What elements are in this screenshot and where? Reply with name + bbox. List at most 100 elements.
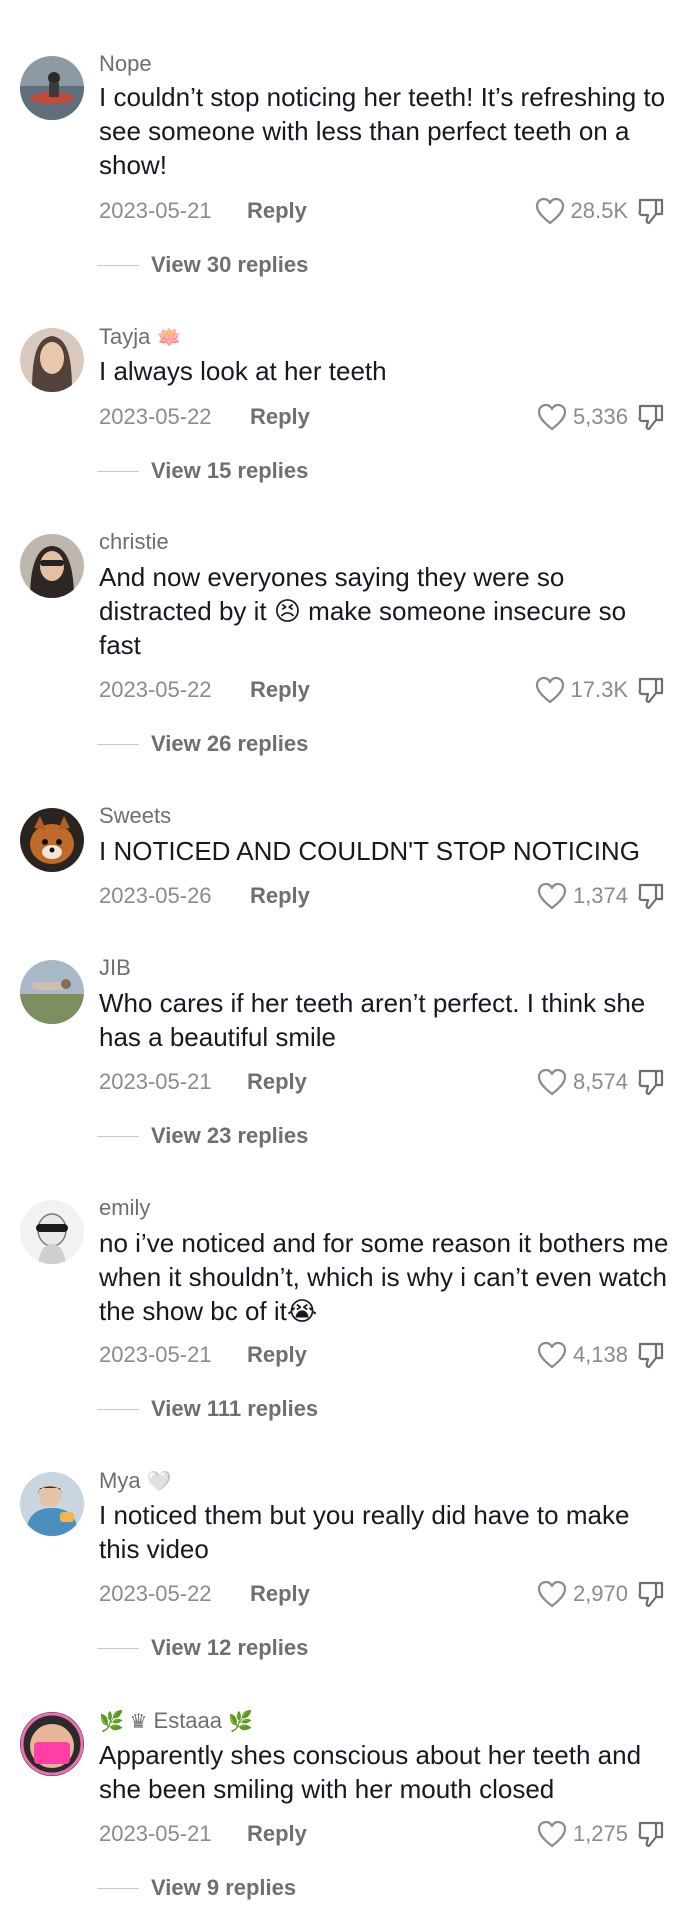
comment-username[interactable]: christie bbox=[99, 528, 169, 556]
reply-button[interactable]: Reply bbox=[247, 1341, 307, 1369]
view-replies-button[interactable]: View 30 replies bbox=[97, 251, 308, 279]
thumbs-down-icon bbox=[638, 1581, 664, 1608]
divider-line bbox=[97, 1135, 139, 1137]
thumbs-down-icon bbox=[638, 883, 664, 910]
divider-line bbox=[97, 1408, 139, 1410]
heart-outline-icon bbox=[537, 882, 567, 910]
thumbs-down-icon bbox=[638, 1069, 664, 1096]
reply-button[interactable]: Reply bbox=[250, 676, 310, 704]
comment-date: 2023-05-21 bbox=[99, 1069, 212, 1094]
comment-username[interactable]: emily bbox=[99, 1194, 150, 1222]
like-count: 5,336 bbox=[572, 404, 628, 429]
heart-outline-icon bbox=[535, 676, 564, 704]
comment-date: 2023-05-22 bbox=[99, 677, 212, 702]
dislike-button[interactable] bbox=[636, 1340, 666, 1370]
comment-date: 2023-05-26 bbox=[99, 883, 212, 908]
dislike-button[interactable] bbox=[636, 675, 666, 705]
reply-button[interactable]: Reply bbox=[247, 1068, 307, 1096]
username-prefix-emoji: 🌿 ♛ bbox=[99, 1711, 148, 1733]
view-replies-label: View 9 replies bbox=[151, 1875, 297, 1900]
divider-line bbox=[97, 470, 139, 472]
reply-button[interactable]: Reply bbox=[247, 1820, 307, 1848]
username-text: Nope bbox=[99, 51, 152, 76]
like-count: 8,574 bbox=[572, 1069, 628, 1094]
dislike-button[interactable] bbox=[636, 196, 666, 226]
comment-date: 2023-05-21 bbox=[99, 198, 212, 223]
comment-username[interactable]: JIB bbox=[99, 954, 131, 982]
comment-username[interactable]: Nope bbox=[99, 50, 152, 78]
like-button[interactable]: 4,138 bbox=[537, 1341, 628, 1369]
view-replies-label: View 23 replies bbox=[151, 1123, 309, 1148]
like-button[interactable]: 28.5K bbox=[535, 197, 628, 225]
thumbs-down-icon bbox=[638, 404, 664, 431]
dislike-button[interactable] bbox=[636, 1579, 666, 1609]
username-text: Tayja bbox=[99, 324, 151, 349]
view-replies-button[interactable]: View 111 replies bbox=[97, 1395, 318, 1423]
avatar[interactable] bbox=[20, 534, 84, 598]
heart-outline-icon bbox=[537, 1580, 567, 1608]
comment-text: And now everyones saying they were so di… bbox=[99, 562, 627, 660]
avatar[interactable] bbox=[20, 1712, 84, 1776]
like-button[interactable]: 8,574 bbox=[537, 1068, 628, 1096]
avatar[interactable] bbox=[20, 1200, 84, 1264]
like-count: 1,275 bbox=[572, 1821, 628, 1846]
heart-outline-icon bbox=[537, 1068, 567, 1096]
comment-text: Who cares if her teeth aren’t perfect. I… bbox=[99, 988, 646, 1052]
thumbs-down-icon bbox=[638, 198, 664, 225]
divider-line bbox=[97, 1887, 139, 1889]
username-text: Mya bbox=[99, 1468, 141, 1493]
comment-date: 2023-05-21 bbox=[99, 1821, 212, 1846]
view-replies-label: View 26 replies bbox=[151, 731, 309, 756]
like-count: 1,374 bbox=[572, 883, 628, 908]
thumbs-down-icon bbox=[638, 677, 664, 704]
view-replies-button[interactable]: View 12 replies bbox=[97, 1634, 308, 1662]
reply-button[interactable]: Reply bbox=[250, 1580, 310, 1608]
like-button[interactable]: 2,970 bbox=[537, 1580, 628, 1608]
view-replies-label: View 15 replies bbox=[151, 458, 309, 483]
comment-text: I always look at her teeth bbox=[99, 356, 387, 386]
avatar[interactable] bbox=[20, 1472, 84, 1536]
like-count: 4,138 bbox=[572, 1342, 628, 1367]
divider-line bbox=[97, 264, 139, 266]
reply-button[interactable]: Reply bbox=[250, 882, 310, 910]
heart-outline-icon bbox=[535, 197, 564, 225]
comment-username[interactable]: Mya 🤍 bbox=[99, 1467, 172, 1496]
reply-button[interactable]: Reply bbox=[250, 403, 310, 431]
view-replies-button[interactable]: View 15 replies bbox=[97, 457, 308, 485]
username-text: christie bbox=[99, 529, 169, 554]
comment-username[interactable]: 🌿 ♛ Estaaa 🌿 bbox=[99, 1707, 253, 1736]
view-replies-button[interactable]: View 9 replies bbox=[97, 1874, 296, 1902]
avatar[interactable] bbox=[20, 808, 84, 872]
like-button[interactable]: 1,275 bbox=[537, 1820, 628, 1848]
thumbs-down-icon bbox=[638, 1821, 664, 1848]
comment-text: I NOTICED AND COULDN'T STOP NOTICING bbox=[99, 836, 640, 866]
comment-username[interactable]: Sweets bbox=[99, 802, 171, 830]
view-replies-label: View 111 replies bbox=[151, 1396, 319, 1421]
avatar[interactable] bbox=[20, 960, 84, 1024]
comment-date: 2023-05-21 bbox=[99, 1342, 212, 1367]
dislike-button[interactable] bbox=[636, 1067, 666, 1097]
comment-text: Apparently shes conscious about her teet… bbox=[99, 1740, 642, 1804]
reply-button[interactable]: Reply bbox=[247, 197, 307, 225]
comment-date: 2023-05-22 bbox=[99, 1581, 212, 1606]
white-heart-emoji: 🤍 bbox=[146, 1471, 172, 1493]
username-text: Sweets bbox=[99, 803, 172, 828]
like-button[interactable]: 17.3K bbox=[535, 676, 628, 704]
like-button[interactable]: 1,374 bbox=[537, 882, 628, 910]
avatar[interactable] bbox=[20, 56, 84, 120]
comment-text: I couldn’t stop noticing her teeth! It’s… bbox=[99, 82, 666, 180]
dislike-button[interactable] bbox=[636, 1819, 666, 1849]
divider-line bbox=[97, 743, 139, 745]
dislike-button[interactable] bbox=[636, 881, 666, 911]
dislike-button[interactable] bbox=[636, 402, 666, 432]
view-replies-button[interactable]: View 26 replies bbox=[97, 730, 308, 758]
avatar[interactable] bbox=[20, 328, 84, 392]
divider-line bbox=[97, 1647, 139, 1649]
view-replies-button[interactable]: View 23 replies bbox=[97, 1122, 308, 1150]
comment-username[interactable]: Tayja 🪷 bbox=[99, 323, 181, 352]
thumbs-down-icon bbox=[638, 1342, 664, 1369]
herb-emoji: 🌿 bbox=[228, 1711, 254, 1733]
like-button[interactable]: 5,336 bbox=[537, 403, 628, 431]
username-text: Estaaa bbox=[153, 1708, 223, 1733]
comment-date: 2023-05-22 bbox=[99, 404, 212, 429]
